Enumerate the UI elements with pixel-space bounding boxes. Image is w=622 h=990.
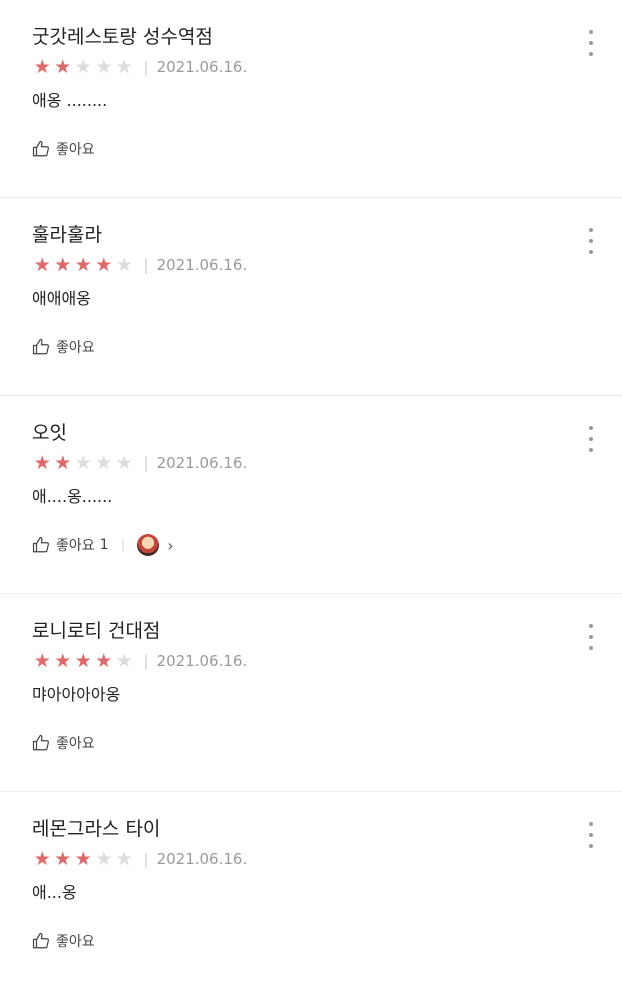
- thumbs-up-icon[interactable]: [32, 338, 50, 356]
- like-row: 좋아요: [32, 136, 590, 162]
- star-filled-icon: ★: [33, 452, 51, 474]
- meta-separator: |: [143, 58, 149, 76]
- star-rating: ★ ★ ★ ★ ★: [32, 52, 135, 82]
- star-filled-icon: ★: [95, 254, 113, 276]
- star-empty-icon: ★: [115, 848, 133, 870]
- star-empty-icon: ★: [95, 56, 113, 78]
- star-filled-icon: ★: [54, 56, 72, 78]
- rating-row: ★ ★ ★ ★ ★ | 2021.06.16.: [32, 448, 590, 478]
- liker-avatar[interactable]: [137, 534, 160, 556]
- review-date: 2021.06.16.: [156, 454, 248, 472]
- star-rating: ★ ★ ★ ★ ★: [32, 844, 135, 874]
- thumbs-up-icon[interactable]: [32, 734, 50, 752]
- rating-row: ★ ★ ★ ★ ★ | 2021.06.16.: [32, 844, 590, 874]
- review-content: 애애애옹: [32, 289, 91, 308]
- star-empty-icon: ★: [115, 650, 133, 672]
- review-content: 먀아아아아옹: [32, 685, 121, 704]
- reviewer-name[interactable]: 굿갓레스토랑 성수역점: [32, 22, 590, 52]
- star-filled-icon: ★: [74, 254, 92, 276]
- star-filled-icon: ★: [33, 254, 51, 276]
- reviewer-name[interactable]: 훌라훌라: [32, 220, 590, 250]
- meta-separator: |: [143, 256, 149, 274]
- star-filled-icon: ★: [33, 848, 51, 870]
- meta-separator: |: [143, 652, 149, 670]
- review-item: 훌라훌라 ★ ★ ★ ★ ★ | 2021.06.16. 애애애옹 좋아요: [0, 198, 622, 396]
- review-date: 2021.06.16.: [156, 256, 248, 274]
- review-item: 레몬그라스 타이 ★ ★ ★ ★ ★ | 2021.06.16. 애...옹 좋아요: [0, 792, 622, 990]
- star-filled-icon: ★: [54, 452, 72, 474]
- star-filled-icon: ★: [54, 650, 72, 672]
- review-content: 애....옹......: [32, 487, 113, 506]
- reviewer-name[interactable]: 오잇: [32, 418, 590, 448]
- star-empty-icon: ★: [74, 452, 92, 474]
- more-vertical-icon[interactable]: [584, 426, 598, 452]
- star-rating: ★ ★ ★ ★ ★: [32, 448, 135, 478]
- like-button-label[interactable]: 좋아요: [56, 139, 95, 159]
- thumbs-up-icon[interactable]: [32, 932, 50, 950]
- star-filled-icon: ★: [33, 650, 51, 672]
- star-filled-icon: ★: [54, 254, 72, 276]
- rating-row: ★ ★ ★ ★ ★ | 2021.06.16.: [32, 250, 590, 280]
- star-empty-icon: ★: [115, 452, 133, 474]
- review-item: 로니로티 건대점 ★ ★ ★ ★ ★ | 2021.06.16. 먀아아아아옹 좋아요: [0, 594, 622, 792]
- star-rating: ★ ★ ★ ★ ★: [32, 646, 135, 676]
- thumbs-up-icon[interactable]: [32, 140, 50, 158]
- chevron-right-icon[interactable]: ›: [167, 536, 173, 555]
- more-vertical-icon[interactable]: [584, 30, 598, 56]
- star-filled-icon: ★: [54, 848, 72, 870]
- reviewer-name[interactable]: 레몬그라스 타이: [32, 814, 590, 844]
- review-list: 굿갓레스토랑 성수역점 ★ ★ ★ ★ ★ | 2021.06.16. 애옹 .....…: [0, 0, 622, 990]
- review-item: 오잇 ★ ★ ★ ★ ★ | 2021.06.16. 애....옹...... 좋아요 …: [0, 396, 622, 594]
- review-content: 애...옹: [32, 883, 77, 902]
- rating-row: ★ ★ ★ ★ ★ | 2021.06.16.: [32, 646, 590, 676]
- review-date: 2021.06.16.: [156, 652, 248, 670]
- review-date: 2021.06.16.: [156, 850, 248, 868]
- like-button-label[interactable]: 좋아요: [56, 337, 95, 357]
- like-row: 좋아요: [32, 928, 590, 954]
- like-button-label[interactable]: 좋아요: [56, 535, 95, 555]
- star-empty-icon: ★: [95, 848, 113, 870]
- like-button-label[interactable]: 좋아요: [56, 931, 95, 951]
- star-empty-icon: ★: [115, 56, 133, 78]
- more-vertical-icon[interactable]: [584, 624, 598, 650]
- star-filled-icon: ★: [74, 650, 92, 672]
- more-vertical-icon[interactable]: [584, 228, 598, 254]
- rating-row: ★ ★ ★ ★ ★ | 2021.06.16.: [32, 52, 590, 82]
- meta-separator: |: [143, 454, 149, 472]
- star-empty-icon: ★: [95, 452, 113, 474]
- review-date: 2021.06.16.: [156, 58, 248, 76]
- like-row: 좋아요: [32, 730, 590, 756]
- star-empty-icon: ★: [115, 254, 133, 276]
- reviewer-name[interactable]: 로니로티 건대점: [32, 616, 590, 646]
- like-row: 좋아요 1 | ›: [32, 532, 590, 558]
- meta-separator: |: [143, 850, 149, 868]
- star-filled-icon: ★: [74, 848, 92, 870]
- review-content: 애옹 ........: [32, 91, 108, 110]
- review-item: 굿갓레스토랑 성수역점 ★ ★ ★ ★ ★ | 2021.06.16. 애옹 .....…: [0, 0, 622, 198]
- star-filled-icon: ★: [33, 56, 51, 78]
- like-separator: |: [120, 537, 126, 553]
- like-row: 좋아요: [32, 334, 590, 360]
- like-count: 1: [99, 537, 109, 553]
- more-vertical-icon[interactable]: [584, 822, 598, 848]
- star-filled-icon: ★: [95, 650, 113, 672]
- star-rating: ★ ★ ★ ★ ★: [32, 250, 135, 280]
- star-empty-icon: ★: [74, 56, 92, 78]
- like-button-label[interactable]: 좋아요: [56, 733, 95, 753]
- thumbs-up-icon[interactable]: [32, 536, 50, 554]
